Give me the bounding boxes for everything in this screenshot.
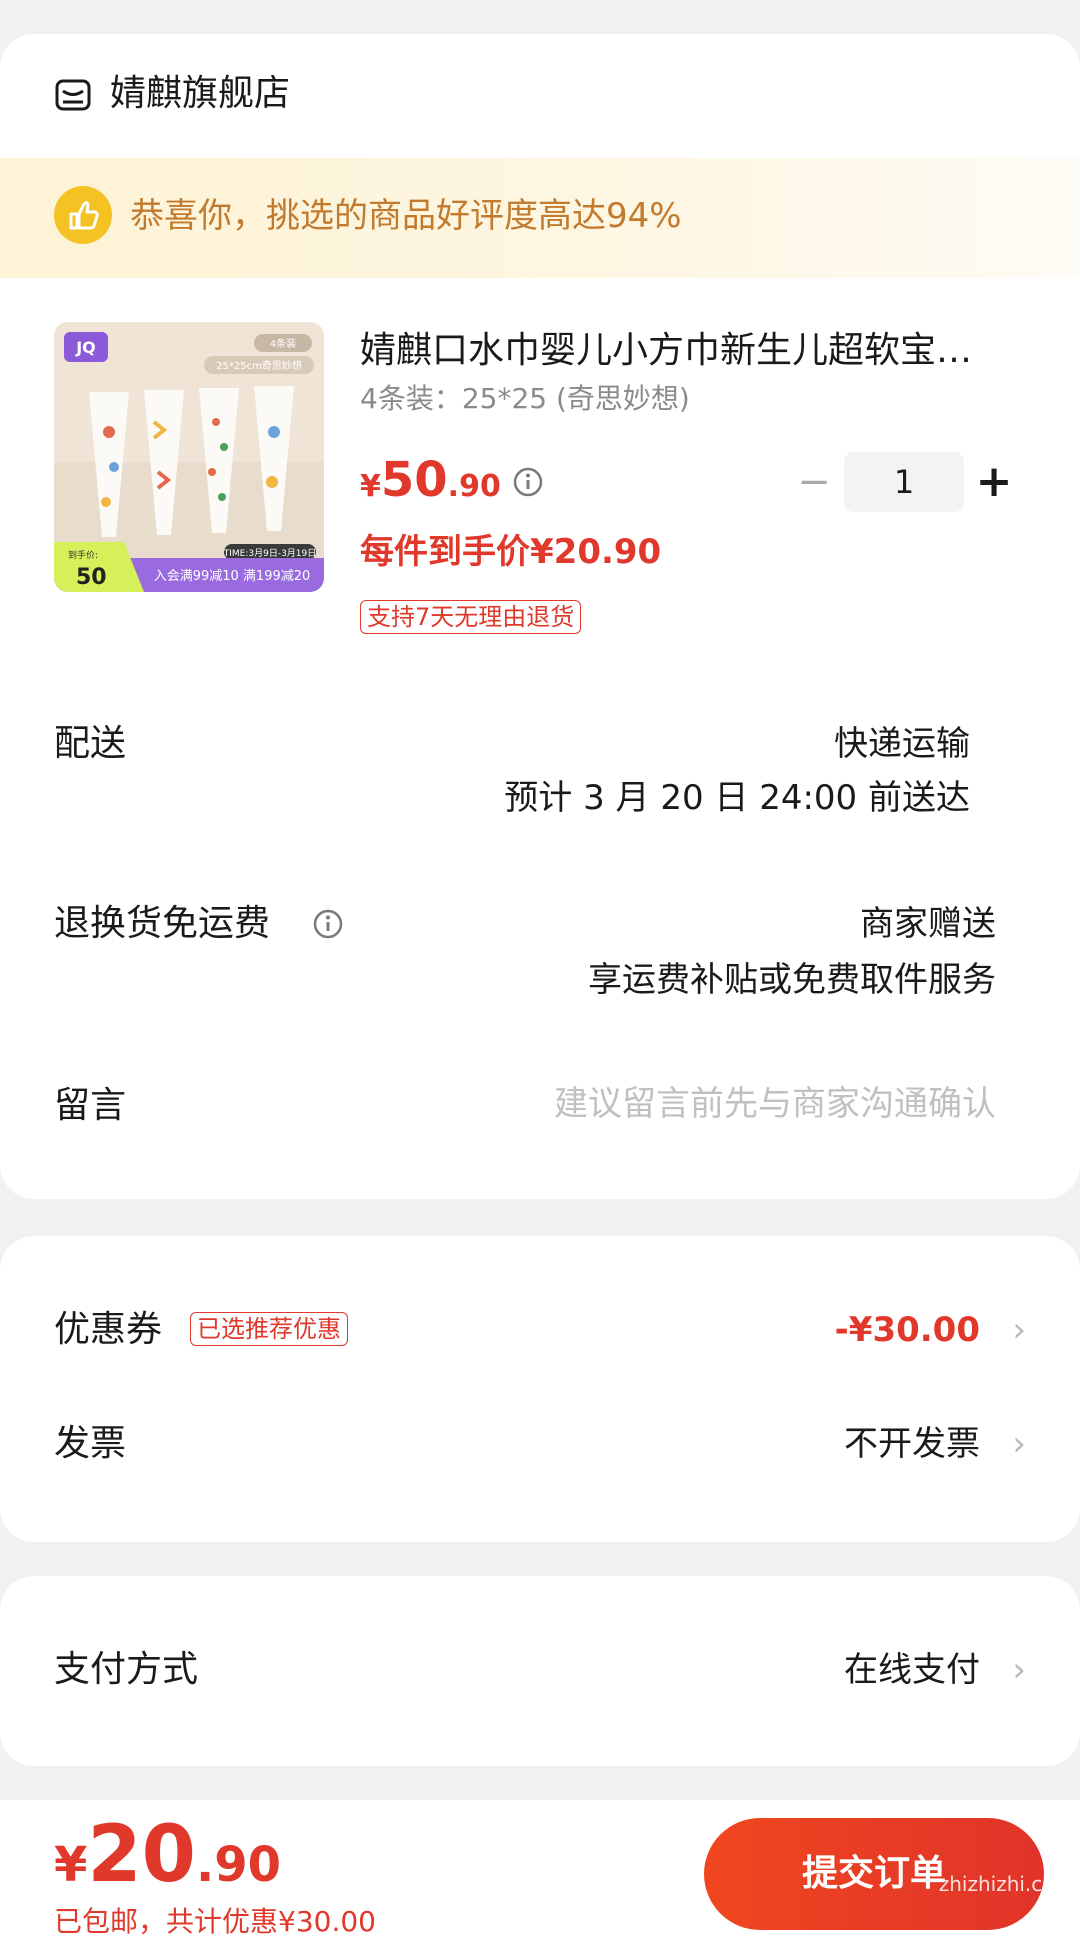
total-integer: 20 [87, 1810, 196, 1900]
image-promo: 入会满99减10 满199减20 [154, 569, 311, 584]
price-decimal: .90 [447, 469, 501, 504]
coupon-label: 优惠券 [54, 1309, 163, 1350]
order-card: 婧麒旗舰店 恭喜你，挑选的商品好评度高达94% JQ 4条装 25*25cm奇思… [0, 34, 1080, 1199]
image-size: 25*25cm奇思妙想 [216, 359, 302, 372]
return-shipping-value: 商家赠送 [860, 904, 996, 944]
watermark: zhizhizhi.com [938, 1872, 1074, 1896]
chevron-right-icon[interactable]: › [1012, 1306, 1026, 1354]
image-pack: 4条装 [270, 337, 296, 350]
quantity-input[interactable]: 1 [844, 452, 964, 512]
chevron-right-icon[interactable]: › [1012, 1646, 1026, 1694]
delivery-eta: 预计 3 月 20 日 24:00 前送达 [504, 778, 970, 818]
payment-card: 支付方式 在线支付 › [0, 1576, 1080, 1766]
checkout-bar: ¥20.90 已包邮，共计优惠¥30.00 提交订单 zhizhizhi.com [0, 1800, 1080, 1955]
rating-banner-text: 恭喜你，挑选的商品好评度高达94% [130, 196, 682, 236]
total-currency: ¥ [54, 1837, 88, 1893]
image-price-label: 到手价: [68, 549, 98, 561]
product-price: ¥50.90 [360, 452, 501, 519]
unit-price: 每件到手价¥20.90 [360, 532, 662, 572]
total-decimal: .90 [195, 1837, 281, 1893]
store-name[interactable]: 婧麒旗舰店 [110, 72, 290, 116]
store-icon [55, 79, 91, 111]
price-currency: ¥ [360, 469, 381, 504]
delivery-label: 配送 [54, 723, 127, 764]
thumbs-up-icon [54, 186, 112, 244]
return-policy-tag: 支持7天无理由退货 [360, 600, 582, 634]
discount-card: 优惠券 已选推荐优惠 -¥30.00 › 发票 不开发票 › [0, 1236, 1080, 1542]
delivery-method[interactable]: 快递运输 [834, 720, 970, 768]
image-price: 50 [76, 565, 107, 590]
message-input[interactable]: 建议留言前先与商家沟通确认 [554, 1080, 996, 1128]
coupon-recommended-tag: 已选推荐优惠 [190, 1312, 348, 1346]
return-shipping-desc: 享运费补贴或免费取件服务 [588, 960, 996, 1000]
payment-label: 支付方式 [54, 1649, 199, 1690]
rating-banner: 恭喜你，挑选的商品好评度高达94% [0, 158, 1080, 278]
invoice-label: 发票 [54, 1423, 127, 1464]
product-image[interactable]: JQ 4条装 25*25cm奇思妙想 TIME:3月9日-3月19日 到手价: … [54, 322, 324, 592]
chevron-right-icon[interactable]: › [1012, 1420, 1026, 1468]
return-shipping-label: 退换货免运费 [54, 903, 271, 944]
image-time: TIME:3月9日-3月19日 [223, 548, 317, 559]
product-spec[interactable]: 4条装：25*25 (奇思妙想) [360, 380, 690, 418]
quantity-increase-button[interactable]: + [964, 452, 1024, 512]
price-integer: 50 [380, 452, 448, 508]
total-note: 已包邮，共计优惠¥30.00 [54, 1905, 376, 1938]
payment-value[interactable]: 在线支付 [844, 1646, 980, 1694]
message-label: 留言 [54, 1085, 127, 1126]
info-icon[interactable] [512, 466, 544, 498]
info-icon[interactable] [312, 908, 344, 940]
image-badge: JQ [75, 338, 96, 357]
quantity-decrease-button[interactable]: − [784, 452, 844, 512]
invoice-value[interactable]: 不开发票 [844, 1420, 980, 1468]
product-title[interactable]: 婧麒口水巾婴儿小方巾新生儿超软宝… [360, 328, 1020, 374]
quantity-stepper: − 1 + [784, 452, 1024, 512]
coupon-value[interactable]: -¥30.00 [835, 1306, 980, 1354]
